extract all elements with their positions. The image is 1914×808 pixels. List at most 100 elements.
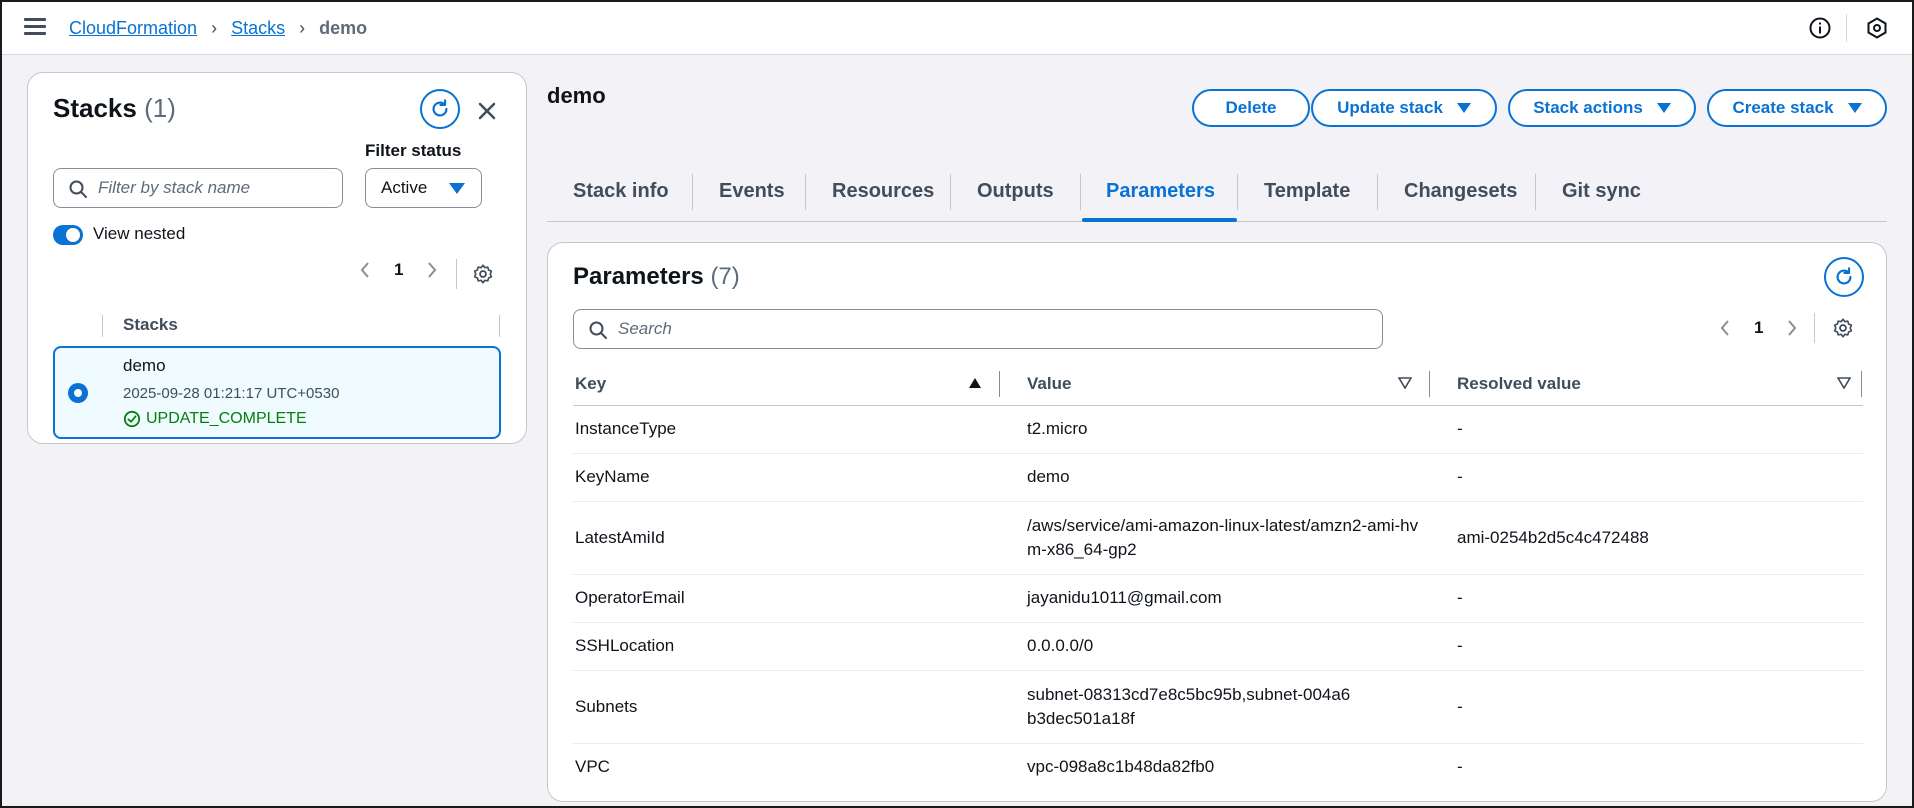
next-page-icon[interactable] [425,260,439,280]
param-value: /aws/service/ami-amazon-linux-latest/amz… [1025,501,1455,575]
column-header-value[interactable]: Value [1025,363,1455,406]
divider [456,259,457,289]
param-resolved: ami-0254b2d5c4c472488 [1455,501,1863,575]
sort-ascending-icon[interactable] [968,377,982,389]
param-resolved: - [1455,574,1863,623]
prev-page-icon[interactable] [358,260,372,280]
panel-title: Stacks (1) [53,93,176,123]
parameters-title: Parameters (7) [573,263,740,290]
column-header-resolved[interactable]: Resolved value [1455,363,1863,406]
sort-icon[interactable] [1837,377,1851,389]
divider [1861,371,1862,397]
create-stack-button[interactable]: Create stack [1707,89,1887,127]
divider [1080,174,1081,210]
param-resolved: - [1457,757,1463,777]
filter-placeholder: Filter by stack name [98,178,251,197]
delete-button[interactable]: Delete [1192,89,1310,127]
breadcrumb-cloudformation[interactable]: CloudFormation [69,18,197,39]
close-icon[interactable] [471,95,503,127]
caret-down-icon [1847,103,1862,113]
tab-parameters[interactable]: Parameters [1106,180,1215,203]
settings-icon[interactable] [1832,317,1854,339]
prev-page-icon[interactable] [1718,318,1732,338]
tab-template[interactable]: Template [1264,180,1350,203]
divider [1846,14,1847,42]
param-resolved: - [1455,670,1863,744]
stack-actions-button[interactable]: Stack actions [1508,89,1696,127]
tab-resources[interactable]: Resources [832,180,934,203]
param-key: InstanceType [573,405,1025,454]
tab-changesets[interactable]: Changesets [1404,180,1517,203]
param-key: KeyName [573,453,1025,502]
param-resolved: - [1455,405,1863,454]
filter-status-label: Filter status [365,141,462,160]
table-row: KeyName demo - [573,453,1863,502]
success-icon [123,410,141,428]
param-key: SSHLocation [573,622,1025,671]
parameters-search-input[interactable]: Search [573,309,1383,349]
divider [499,315,500,337]
table-row: Subnets subnet-08313cd7e8c5bc95b,subnet-… [573,670,1863,744]
search-icon [589,321,607,339]
page-number[interactable]: 1 [1754,318,1763,338]
divider [102,315,103,337]
caret-down-icon [1656,103,1671,113]
active-tab-indicator [1082,218,1237,222]
stack-list-item[interactable]: demo 2025-09-28 01:21:17 UTC+0530 UPDATE… [53,346,501,439]
parameters-table: Key Value Resolved value InstanceType t2… [573,363,1863,791]
sort-icon[interactable] [1398,377,1412,389]
filter-stack-input[interactable]: Filter by stack name [53,168,343,208]
view-nested-label: View nested [93,224,186,243]
breadcrumb-stacks[interactable]: Stacks [231,18,285,39]
tab-events[interactable]: Events [719,180,785,203]
divider [999,371,1000,397]
search-icon [69,180,87,198]
refresh-button[interactable] [1824,257,1864,297]
page-title: demo [547,83,606,108]
parameters-panel: Parameters (7) Search 1 Key Value Resolv… [547,242,1887,802]
param-key: LatestAmiId [573,501,1025,575]
tab-stack-info[interactable]: Stack info [573,180,669,203]
table-header-row: Key Value Resolved value [573,363,1863,406]
info-icon[interactable] [1808,16,1832,40]
parameters-pagination: 1 [1718,318,1799,338]
table-row: VPC vpc-098a8c1b48da82fb0 - [573,743,1863,791]
top-navigation: CloudFormation › Stacks › demo [2,2,1912,55]
param-value: vpc-098a8c1b48da82fb0 [1027,757,1215,777]
menu-icon[interactable] [24,18,46,36]
view-nested-toggle[interactable] [53,225,83,245]
stack-status: UPDATE_COMPLETE [123,410,307,428]
column-header-key[interactable]: Key [573,363,1025,406]
tab-outputs[interactable]: Outputs [977,180,1054,203]
next-page-icon[interactable] [1785,318,1799,338]
stack-radio[interactable] [68,383,88,403]
breadcrumb-current: demo [319,18,368,38]
stack-name: demo [123,356,166,375]
chevron-right-icon: › [211,18,218,38]
filter-status-value: Active [381,178,428,197]
page-number[interactable]: 1 [394,260,403,280]
caret-down-icon [1456,103,1471,113]
notifications-icon[interactable] [1865,16,1889,40]
divider [950,174,951,210]
divider [1237,174,1238,210]
param-value: subnet-08313cd7e8c5bc95b,subnet-004a6b3d… [1025,670,1455,744]
stacks-panel: Stacks (1) Filter status Filter by stack… [27,72,527,444]
chevron-right-icon: › [299,18,306,38]
settings-icon[interactable] [472,263,494,285]
filter-status-select[interactable]: Active [365,168,482,208]
param-key: VPC [575,757,610,777]
divider [692,174,693,210]
divider [1429,371,1430,397]
breadcrumb: CloudFormation › Stacks › demo [69,18,367,39]
stack-tabs: Stack info Events Resources Outputs Para… [547,170,1887,222]
refresh-button[interactable] [420,89,460,129]
param-key: OperatorEmail [573,574,1025,623]
update-stack-button[interactable]: Update stack [1311,89,1497,127]
param-value: 0.0.0.0/0 [1025,622,1455,671]
param-value: demo [1025,453,1455,502]
refresh-icon [1836,267,1852,285]
param-resolved: - [1455,622,1863,671]
caret-down-icon [449,183,465,194]
tab-git-sync[interactable]: Git sync [1562,180,1641,203]
